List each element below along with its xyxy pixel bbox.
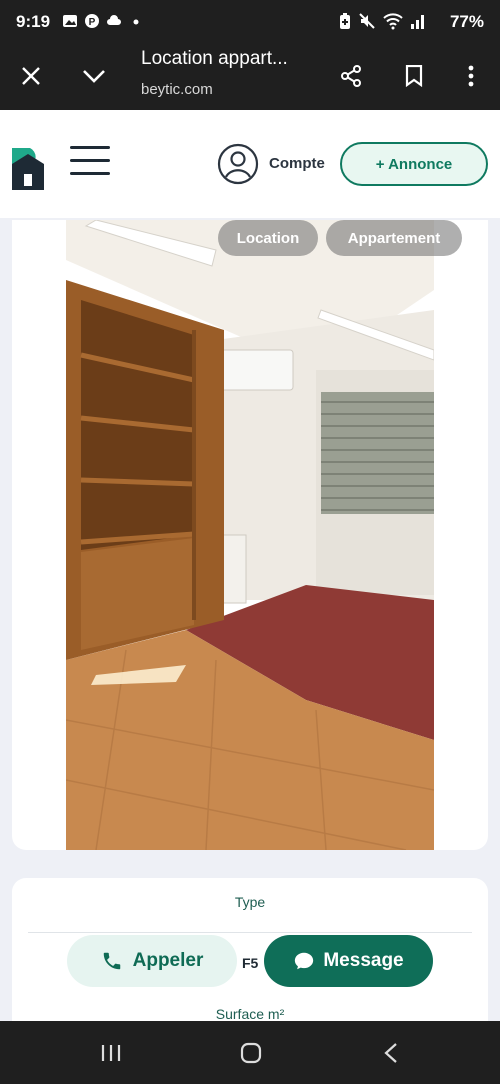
share-icon [341,65,361,87]
hamburger-line [70,172,110,175]
page-title: Location appart... [141,48,288,69]
signal-icon [411,15,424,29]
call-button-label: Appeler [132,950,204,971]
bookmark-button[interactable] [396,58,432,94]
home-button[interactable] [237,1039,265,1067]
status-time: 9:19 [16,12,51,31]
back-button[interactable] [377,1039,405,1067]
share-button[interactable] [333,58,369,94]
menu-button[interactable] [70,146,110,178]
system-nav-bar [0,1021,500,1084]
account-link[interactable]: Compte [269,155,325,172]
site-header: Compte + Annonce [0,110,500,218]
type-value: F5 [242,955,259,971]
gallery-icon [63,15,77,27]
account-icon[interactable] [217,143,259,185]
battery-percent: 77% [449,12,484,31]
tag-location[interactable]: Location [218,220,318,256]
svg-text:P: P [89,17,96,28]
status-bar: 9:19 P 77% [0,0,500,44]
chat-bubble-icon [295,952,314,970]
message-button-label: Message [323,950,404,971]
beytic-logo[interactable] [8,144,48,194]
hamburger-line [70,146,110,149]
pinterest-icon: P [85,14,99,28]
divider [28,932,472,933]
more-vert-icon [468,65,474,87]
status-notifications: P [62,13,144,29]
status-system-icons [339,12,426,30]
tag-property-type[interactable]: Appartement [326,220,462,256]
listing-photo[interactable] [66,220,434,850]
message-button[interactable]: Message [264,935,433,987]
dot-icon [133,19,139,25]
surface-label: Surface m² [215,1006,285,1022]
back-icon [384,1043,397,1063]
wifi-icon [383,13,403,30]
chevron-down-icon [83,70,105,83]
close-icon [22,67,40,85]
add-annonce-button[interactable]: + Annonce [340,142,488,186]
annonce-button-label: + Annonce [375,155,453,173]
recents-button[interactable] [97,1039,125,1067]
cloud-icon [107,15,121,25]
browser-toolbar: Location appart... beytic.com [0,44,500,110]
home-icon [240,1042,262,1064]
page-url[interactable]: beytic.com [141,81,213,98]
battery-saver-icon [340,13,350,29]
phone-icon [103,952,120,970]
hamburger-line [70,159,110,162]
type-label: Type [234,894,266,910]
tag-label: Location [236,229,300,247]
bookmark-icon [405,65,423,87]
more-menu-button[interactable] [453,58,489,94]
recents-icon [101,1045,121,1061]
tag-label: Appartement [347,229,441,247]
minimize-button[interactable] [76,58,112,94]
mute-icon [359,13,375,29]
close-tab-button[interactable] [13,58,49,94]
call-button[interactable]: Appeler [67,935,237,987]
